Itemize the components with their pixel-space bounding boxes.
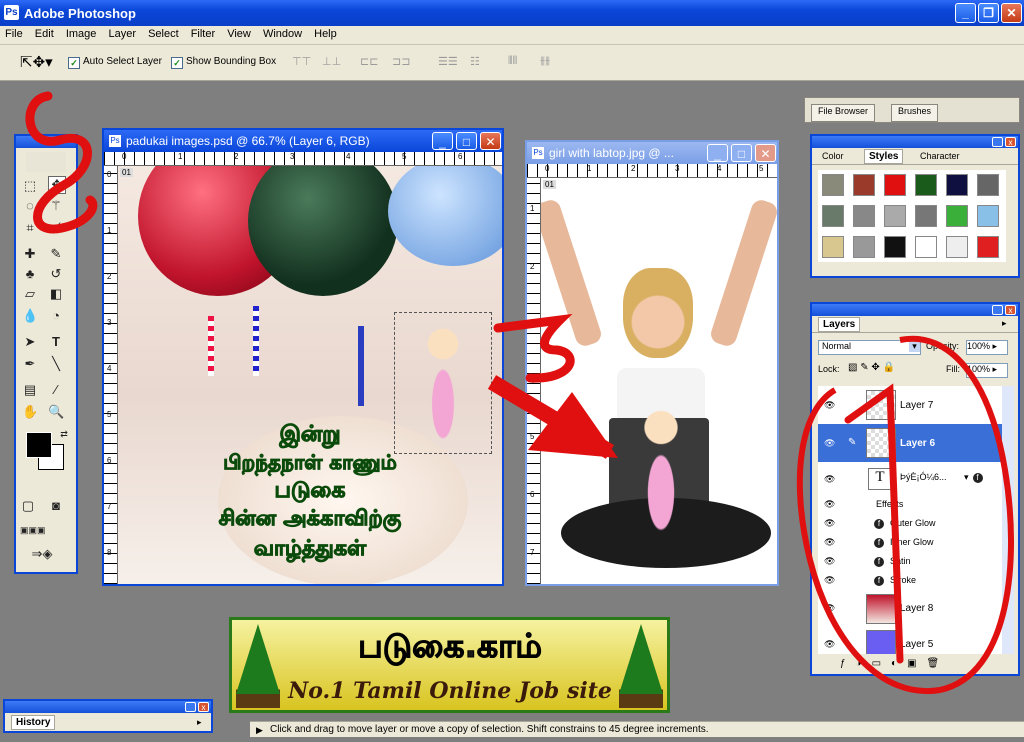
annotation-number-3 xyxy=(493,313,575,383)
annotation-overlay xyxy=(25,91,1014,695)
annotation-circle xyxy=(796,335,1014,695)
annotation-number-2 xyxy=(25,91,98,234)
annotation-number-1 xyxy=(844,383,904,664)
annotation-arrow-head xyxy=(528,392,618,458)
